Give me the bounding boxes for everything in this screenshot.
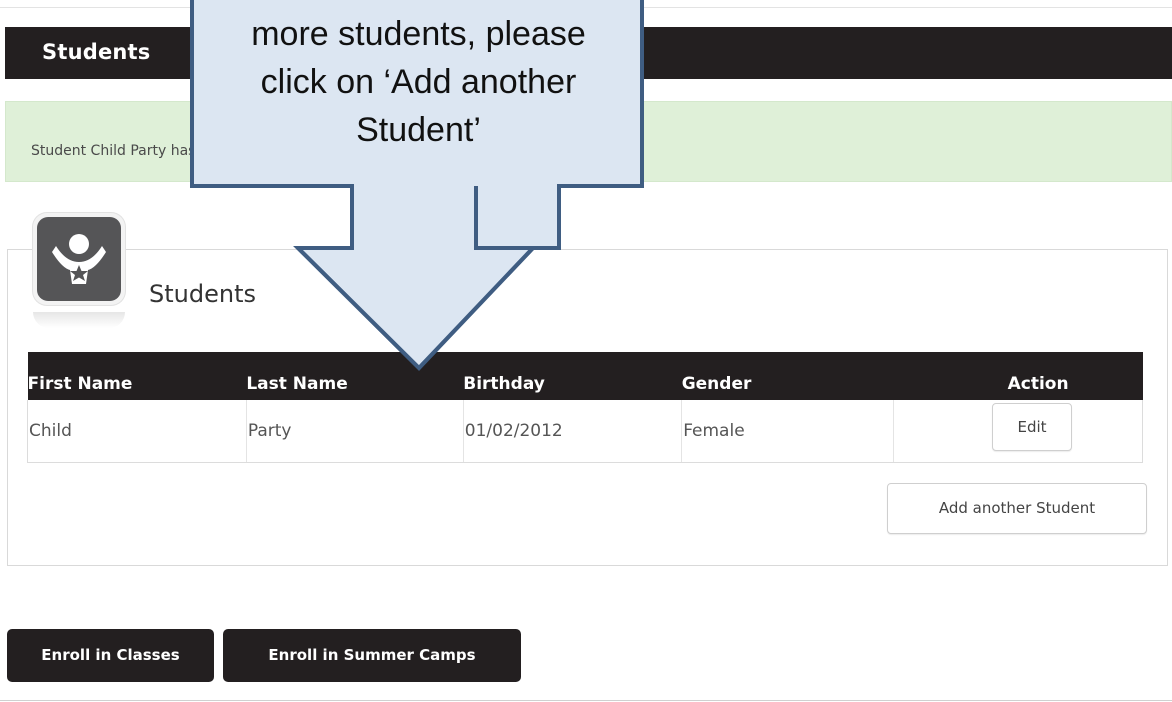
callout-text: more students, please click on ‘Add anot… xyxy=(196,0,641,154)
callout-line: Student’ xyxy=(356,111,481,149)
callout-line: more students, please xyxy=(251,15,586,53)
callout-line: click on ‘Add another xyxy=(260,63,577,101)
